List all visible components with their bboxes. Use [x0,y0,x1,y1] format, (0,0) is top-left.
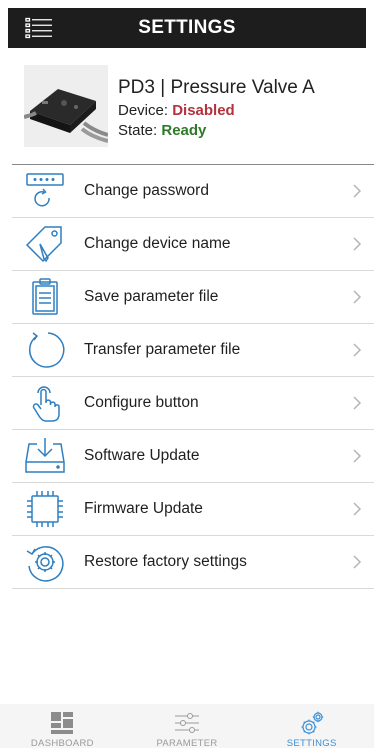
menu-item-label: Change device name [84,235,231,252]
tab-dashboard[interactable]: DASHBOARD [0,704,125,749]
list-menu-icon [25,17,52,39]
menu-item-label: Firmware Update [84,500,203,517]
menu-item-label: Software Update [84,447,200,464]
device-card: PD3 | Pressure Valve A Device: Disabled … [23,65,364,149]
download-tray-icon [25,438,65,473]
chevron-right-icon [353,449,362,463]
menu-item-label: Transfer parameter file [84,341,241,358]
dashboard-grid-icon [51,712,74,734]
settings-menu: Change password Change device name Save [12,164,374,589]
chevron-right-icon [353,237,362,251]
device-status-value: Disabled [172,102,235,119]
device-status-label: Device: [118,102,169,119]
password-keypad-icon [26,173,64,207]
chevron-right-icon [353,502,362,516]
chevron-right-icon [353,184,362,198]
menu-item-label: Configure button [84,394,199,411]
tab-label: PARAMETER [156,738,218,749]
device-state: State: Ready [118,122,206,139]
chevron-right-icon [353,555,362,569]
menu-item-change-device-name[interactable]: Change device name [12,218,374,271]
finger-press-icon [32,386,60,422]
menu-item-restore-factory-settings[interactable]: Restore factory settings [12,536,374,589]
page-title: SETTINGS [138,17,236,38]
device-state-value: Ready [161,122,207,139]
bottom-navigation: DASHBOARD PARAMETER SETTINGS [0,704,374,749]
clipboard-icon [32,278,58,315]
chevron-right-icon [353,343,362,357]
device-name: PD3 | Pressure Valve A [118,77,315,98]
menu-item-configure-button[interactable]: Configure button [12,377,374,430]
gear-reset-icon [26,546,64,582]
menu-item-label: Save parameter file [84,288,219,305]
chip-icon [27,491,63,527]
device-state-label: State: [118,122,158,139]
chevron-right-icon [353,290,362,304]
menu-item-label: Change password [84,182,209,199]
menu-item-save-parameter-file[interactable]: Save parameter file [12,271,374,324]
circular-arrow-icon [28,332,65,368]
tag-pen-icon [25,226,62,263]
menu-item-software-update[interactable]: Software Update [12,430,374,483]
gears-icon [301,711,323,735]
tab-label: SETTINGS [286,738,337,749]
menu-item-label: Restore factory settings [84,553,247,570]
chevron-right-icon [353,396,362,410]
sliders-icon [175,713,199,733]
menu-button[interactable] [24,17,54,39]
tab-settings[interactable]: SETTINGS [249,704,374,749]
tab-parameter[interactable]: PARAMETER [125,704,250,749]
device-status: Device: Disabled [118,102,235,119]
device-image [23,65,109,147]
menu-item-change-password[interactable]: Change password [12,165,374,218]
app-header: SETTINGS [8,8,366,48]
tab-label: DASHBOARD [30,738,94,749]
menu-item-transfer-parameter-file[interactable]: Transfer parameter file [12,324,374,377]
menu-item-firmware-update[interactable]: Firmware Update [12,483,374,536]
